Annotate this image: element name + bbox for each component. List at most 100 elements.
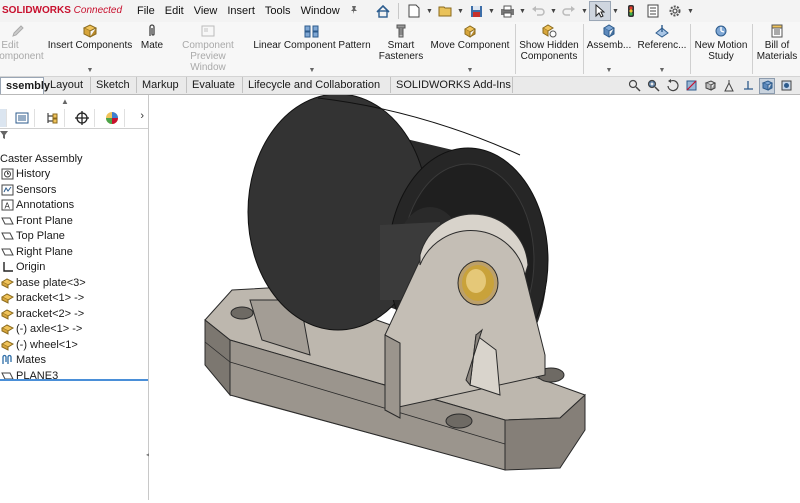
reference-geometry-icon [636, 24, 688, 38]
tree-item-base-plate[interactable]: base plate<3> [0, 275, 148, 291]
display-manager-tab-icon[interactable] [100, 109, 125, 127]
tree-item-wheel[interactable]: (-) wheel<1> [0, 337, 148, 353]
tab-sketch[interactable]: Sketch [91, 77, 137, 93]
rebuild-icon[interactable] [620, 1, 642, 21]
smart-fasteners-label: Smart Fasteners [378, 40, 424, 62]
tree-item-sensors[interactable]: Sensors [0, 182, 148, 198]
tab-layout[interactable]: Layout [45, 77, 91, 93]
insert-components-dropdown-icon[interactable]: ▼ [46, 65, 134, 76]
component-preview-button[interactable]: Component Preview Window [172, 24, 244, 73]
open-folder-icon[interactable] [434, 1, 456, 21]
edit-appearance-icon[interactable] [778, 78, 794, 94]
edit-component-button[interactable]: Edit Component [0, 24, 44, 62]
pin-icon[interactable] [349, 5, 359, 18]
display-style-shaded-icon[interactable] [759, 77, 775, 94]
tree-item-bracket-2[interactable]: bracket<2> -> [0, 306, 148, 322]
hide-show-items-icon[interactable] [721, 78, 737, 94]
select-cursor-icon[interactable] [589, 1, 611, 21]
insert-components-button[interactable]: Insert Components ▼ [46, 24, 134, 74]
linear-pattern-dropdown-icon[interactable]: ▼ [250, 65, 374, 76]
tree-item-annotations[interactable]: A Annotations [0, 198, 148, 214]
file-properties-icon[interactable] [642, 1, 664, 21]
undo-dropdown-icon[interactable]: ▼ [549, 8, 558, 15]
tree-item-history[interactable]: History [0, 167, 148, 183]
save-dropdown-icon[interactable]: ▼ [487, 8, 496, 15]
graphics-area[interactable] [149, 93, 800, 500]
zoom-to-fit-icon[interactable] [626, 78, 642, 94]
tree-root-caster-assembly[interactable]: Caster Assembly [0, 151, 148, 167]
move-component-label: Move Component [430, 40, 510, 51]
axle-bushing-model[interactable] [457, 260, 499, 306]
print-dropdown-icon[interactable]: ▼ [518, 8, 527, 15]
assembly-features-dropdown-icon[interactable]: ▼ [586, 65, 632, 76]
previous-view-icon[interactable] [664, 78, 680, 94]
tree-item-right-plane[interactable]: Right Plane [0, 244, 148, 260]
tree-item-label: bracket<1> -> [16, 292, 85, 305]
dimxpert-manager-tab-icon[interactable] [70, 109, 95, 127]
tree-item-plane3[interactable]: PLANE3 [0, 368, 148, 384]
tree-item-front-plane[interactable]: Front Plane [0, 213, 148, 229]
save-icon[interactable] [465, 1, 487, 21]
tree-item-label: (-) wheel<1> [16, 338, 78, 351]
smart-fasteners-button[interactable]: Smart Fasteners [378, 24, 424, 62]
reference-geometry-dropdown-icon[interactable]: ▼ [636, 65, 688, 76]
section-view-icon[interactable] [683, 78, 699, 94]
tree-item-mates[interactable]: Mates [0, 353, 148, 369]
tree-item-label: bracket<2> -> [16, 307, 85, 320]
redo-icon[interactable] [558, 1, 580, 21]
assembly-features-button[interactable]: Assemb... ▼ [586, 24, 632, 74]
tab-markup[interactable]: Markup [137, 77, 187, 93]
tree-item-axle[interactable]: (-) axle<1> -> [0, 322, 148, 338]
tree-item-label: Origin [16, 261, 46, 274]
select-dropdown-icon[interactable]: ▼ [611, 8, 620, 15]
plane-icon [0, 214, 14, 227]
move-component-dropdown-icon[interactable]: ▼ [427, 65, 513, 76]
options-dropdown-icon[interactable]: ▼ [686, 8, 695, 15]
new-dropdown-icon[interactable]: ▼ [425, 8, 434, 15]
smart-fasteners-icon [378, 24, 424, 38]
plane-icon [0, 230, 14, 243]
panel-collapse-handle-icon[interactable]: ▲ [61, 97, 69, 106]
panel-tabs-next-icon[interactable]: › [140, 110, 144, 122]
menu-tools[interactable]: Tools [260, 5, 296, 17]
undo-icon[interactable] [527, 1, 549, 21]
tab-solidworks-add-ins[interactable]: SOLIDWORKS Add-Ins [391, 77, 513, 93]
menu-edit[interactable]: Edit [160, 5, 189, 17]
menu-insert[interactable]: Insert [222, 5, 260, 17]
options-gear-icon[interactable] [664, 1, 686, 21]
linear-component-pattern-button[interactable]: Linear Component Pattern ▼ [250, 24, 374, 74]
tab-evaluate[interactable]: Evaluate [187, 77, 243, 93]
tree-item-origin[interactable]: Origin [0, 260, 148, 276]
home-icon[interactable] [372, 1, 394, 21]
print-icon[interactable] [496, 1, 518, 21]
new-motion-study-button[interactable]: New Motion Study [692, 24, 750, 62]
history-folder-icon [0, 168, 14, 181]
tree-item-bracket-1[interactable]: bracket<1> -> [0, 291, 148, 307]
component-preview-label: Component Preview Window [182, 40, 234, 73]
move-component-button[interactable]: Move Component ▼ [427, 24, 513, 74]
property-manager-tab-icon[interactable] [10, 109, 35, 127]
menu-window[interactable]: Window [296, 5, 345, 17]
tab-assembly[interactable]: ssembly [0, 77, 50, 94]
reference-geometry-button[interactable]: Referenc... ▼ [636, 24, 688, 74]
feature-manager-panel: ▲ › Caster Assembly History Sensors A An… [0, 95, 150, 500]
rollback-bar[interactable] [0, 379, 148, 381]
feature-manager-tab-icon[interactable] [0, 109, 7, 127]
show-hidden-components-button[interactable]: Show Hidden Components [517, 24, 581, 62]
mate-button[interactable]: Mate [138, 24, 166, 51]
configuration-manager-tab-icon[interactable] [40, 109, 65, 127]
tree-item-label: Right Plane [16, 245, 73, 258]
redo-dropdown-icon[interactable]: ▼ [580, 8, 589, 15]
menu-view[interactable]: View [189, 5, 223, 17]
view-orientation-icon[interactable] [702, 78, 718, 94]
tree-item-top-plane[interactable]: Top Plane [0, 229, 148, 245]
tree-filter-icon[interactable] [0, 130, 10, 142]
new-document-icon[interactable] [403, 1, 425, 21]
menu-file[interactable]: File [132, 5, 160, 17]
bill-of-materials-button[interactable]: Bill of Materials [754, 24, 800, 62]
perspective-axes-icon[interactable] [740, 78, 756, 94]
tab-lifecycle-collaboration[interactable]: Lifecycle and Collaboration [243, 77, 391, 93]
open-dropdown-icon[interactable]: ▼ [456, 8, 465, 15]
caster-assembly-model[interactable] [149, 93, 800, 500]
zoom-to-area-icon[interactable] [645, 78, 661, 94]
